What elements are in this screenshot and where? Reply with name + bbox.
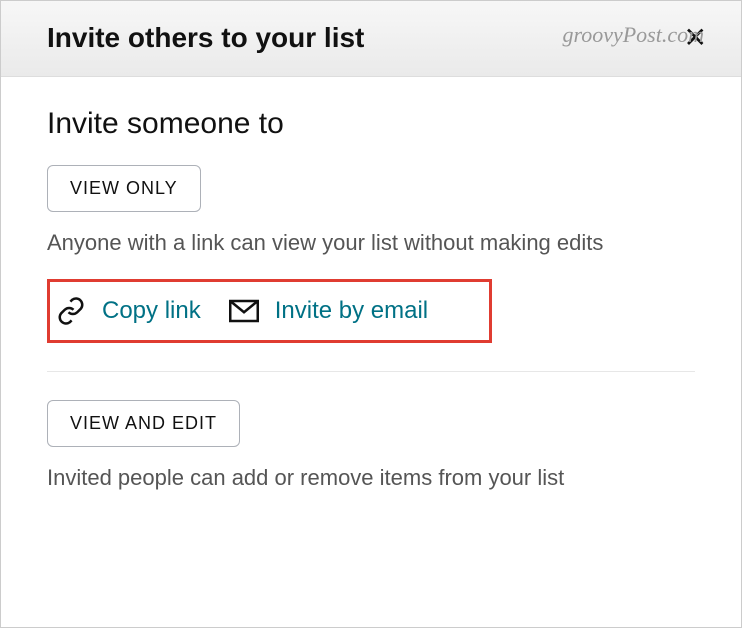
invite-email-action[interactable]: Invite by email bbox=[229, 297, 428, 325]
email-icon bbox=[229, 299, 259, 323]
copy-link-label: Copy link bbox=[102, 297, 201, 325]
view-only-description: Anyone with a link can view your list wi… bbox=[47, 228, 695, 259]
close-icon: ✕ bbox=[684, 21, 707, 54]
section-title: Invite someone to bbox=[47, 107, 695, 141]
view-and-edit-button[interactable]: VIEW AND EDIT bbox=[47, 400, 240, 447]
invite-email-label: Invite by email bbox=[275, 297, 428, 325]
close-button[interactable]: ✕ bbox=[678, 21, 713, 54]
section-divider bbox=[47, 371, 695, 372]
view-edit-description: Invited people can add or remove items f… bbox=[47, 463, 695, 494]
share-actions-row: Copy link Invite by email bbox=[47, 279, 492, 343]
view-only-button[interactable]: VIEW ONLY bbox=[47, 165, 201, 212]
link-icon bbox=[56, 296, 86, 326]
dialog-header: Invite others to your list ✕ bbox=[1, 1, 741, 77]
dialog-title: Invite others to your list bbox=[47, 22, 364, 54]
dialog-content: Invite someone to VIEW ONLY Anyone with … bbox=[1, 77, 741, 544]
copy-link-action[interactable]: Copy link bbox=[56, 296, 201, 326]
